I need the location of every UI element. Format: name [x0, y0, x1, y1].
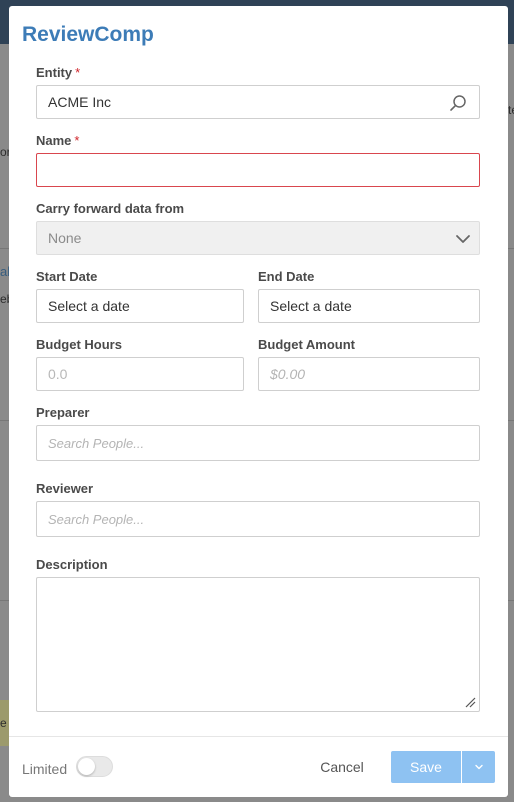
background-text-fragment: e	[0, 716, 7, 730]
background-divider	[508, 600, 514, 601]
background-bottom	[0, 797, 514, 802]
budget-hours-placeholder: 0.0	[48, 366, 68, 382]
background-text-fragment: te	[508, 103, 514, 117]
limited-toggle[interactable]	[76, 756, 113, 777]
resize-handle-icon[interactable]	[465, 697, 476, 708]
chevron-down-icon	[474, 764, 483, 770]
entity-label: Entity *	[36, 65, 80, 80]
background-divider	[508, 248, 514, 249]
end-date-label: End Date	[258, 269, 315, 284]
budget-hours-input[interactable]: 0.0	[36, 357, 244, 391]
budget-amount-placeholder: $0.00	[270, 366, 306, 382]
carry-forward-value: None	[48, 230, 82, 246]
chevron-down-icon	[456, 235, 470, 243]
reviewer-search-input[interactable]: Search People...	[36, 501, 480, 537]
entity-lookup-field[interactable]: ACME Inc	[36, 85, 480, 119]
preparer-label: Preparer	[36, 405, 90, 420]
start-date-value: Select a date	[48, 298, 130, 314]
start-date-label: Start Date	[36, 269, 98, 284]
background-divider	[508, 420, 514, 421]
background-right-panel	[508, 44, 514, 802]
footer-divider	[9, 736, 508, 737]
start-date-picker[interactable]: Select a date	[36, 289, 244, 323]
limited-label: Limited	[22, 761, 68, 777]
search-icon[interactable]	[449, 94, 467, 112]
entity-value: ACME Inc	[48, 94, 112, 110]
entity-label-text: Entity	[36, 65, 73, 80]
name-input[interactable]	[36, 153, 480, 187]
background-divider	[0, 248, 9, 249]
preparer-search-input[interactable]: Search People...	[36, 425, 480, 461]
required-marker: *	[74, 133, 80, 148]
save-options-button[interactable]	[462, 751, 495, 783]
background-divider	[0, 420, 9, 421]
budget-amount-label: Budget Amount	[258, 337, 355, 352]
background-divider	[0, 600, 9, 601]
required-marker: *	[75, 65, 81, 80]
budget-amount-input[interactable]: $0.00	[258, 357, 480, 391]
preparer-placeholder: Search People...	[48, 435, 145, 451]
name-label-text: Name	[36, 133, 72, 148]
toggle-knob	[78, 758, 95, 775]
budget-hours-label: Budget Hours	[36, 337, 122, 352]
description-label: Description	[36, 557, 108, 572]
review-dialog: ReviewComp Entity * ACME Inc Name * Carry …	[9, 6, 508, 797]
carry-forward-select[interactable]: None	[36, 221, 480, 255]
carry-forward-label: Carry forward data from	[36, 201, 185, 216]
description-textarea[interactable]	[36, 577, 480, 712]
end-date-picker[interactable]: Select a date	[258, 289, 480, 323]
save-button[interactable]: Save	[391, 751, 461, 783]
cancel-button[interactable]: Cancel	[307, 752, 377, 782]
dialog-title: ReviewComp	[22, 23, 154, 46]
reviewer-placeholder: Search People...	[48, 511, 145, 527]
end-date-value: Select a date	[270, 298, 352, 314]
reviewer-label: Reviewer	[36, 481, 94, 496]
name-label: Name *	[36, 133, 79, 148]
